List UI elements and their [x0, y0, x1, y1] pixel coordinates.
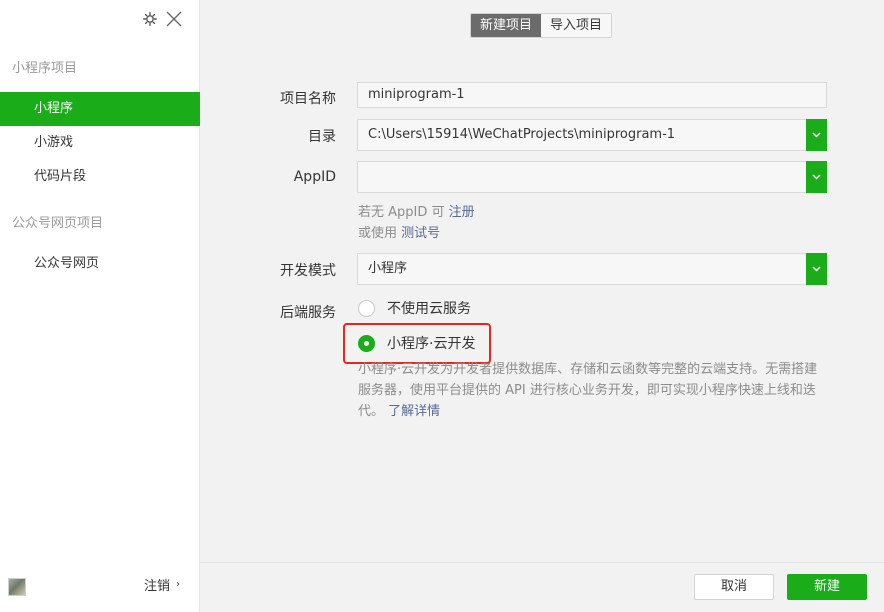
- test-account-link[interactable]: 测试号: [401, 226, 440, 241]
- backend-service-label: 后端服务: [280, 305, 336, 321]
- gear-icon[interactable]: [143, 12, 157, 26]
- project-name-label: 项目名称: [280, 91, 336, 107]
- dev-mode-select[interactable]: 小程序: [357, 253, 827, 285]
- avatar[interactable]: [8, 578, 26, 596]
- radio-no-cloud[interactable]: 不使用云服务: [358, 298, 471, 318]
- appid-hint-test: 或使用 测试号: [358, 222, 440, 241]
- logout-button[interactable]: 注销 ›: [144, 575, 180, 594]
- radio-button-checked[interactable]: [358, 334, 375, 352]
- register-link[interactable]: 注册: [449, 205, 475, 220]
- dev-mode-dropdown-button[interactable]: [806, 253, 827, 285]
- appid-label: AppID: [293, 169, 336, 185]
- logout-label: 注销: [144, 579, 171, 594]
- radio-cloud-dev[interactable]: 小程序·云开发: [358, 333, 475, 353]
- dev-mode-value: 小程序: [368, 261, 408, 276]
- directory-input[interactable]: C:\Users\15914\WeChatProjects\miniprogra…: [357, 119, 827, 151]
- cloud-description: 小程序·云开发为开发者提供数据库、存储和云函数等完整的云端支持。无需搭建服务器，…: [358, 359, 828, 422]
- directory-value: C:\Users\15914\WeChatProjects\miniprogra…: [368, 127, 676, 142]
- tab-new-project[interactable]: 新建项目: [471, 14, 542, 37]
- chevron-right-icon: ›: [176, 579, 181, 590]
- close-icon[interactable]: [165, 10, 183, 28]
- chevron-down-icon: [812, 174, 821, 180]
- appid-hint-register: 若无 AppID 可 注册: [358, 201, 475, 220]
- section-title-official-account: 公众号网页项目: [12, 216, 104, 231]
- window-controls: [143, 10, 183, 28]
- directory-label: 目录: [308, 129, 336, 145]
- cancel-button[interactable]: 取消: [694, 574, 774, 600]
- directory-dropdown-button[interactable]: [806, 119, 827, 151]
- appid-input[interactable]: [357, 161, 827, 193]
- appid-hint-test-text: 或使用: [358, 226, 402, 241]
- appid-hint-register-text: 若无 AppID 可: [358, 205, 449, 220]
- sidebar-item-code-snippet[interactable]: 代码片段: [0, 160, 200, 194]
- radio-button[interactable]: [358, 299, 375, 317]
- sidebar: 小程序项目 小程序 小游戏 代码片段 公众号网页项目 公众号网页 注销 ›: [0, 0, 200, 612]
- sidebar-item-official-webpage[interactable]: 公众号网页: [0, 247, 200, 281]
- sidebar-item-minigame[interactable]: 小游戏: [0, 126, 200, 160]
- project-name-input[interactable]: miniprogram-1: [357, 82, 827, 108]
- appid-dropdown-button[interactable]: [806, 161, 827, 193]
- radio-cloud-label: 小程序·云开发: [387, 336, 476, 352]
- footer-bar: 取消 新建: [200, 562, 884, 612]
- sidebar-item-miniprogram[interactable]: 小程序: [0, 92, 200, 126]
- tab-import-project[interactable]: 导入项目: [541, 14, 612, 37]
- chevron-down-icon: [812, 132, 821, 138]
- project-tabs: 新建项目 导入项目: [470, 13, 613, 38]
- create-button[interactable]: 新建: [787, 574, 867, 600]
- section-title-miniprogram: 小程序项目: [12, 61, 78, 76]
- chevron-down-icon: [812, 266, 821, 272]
- learn-more-link[interactable]: 了解详情: [388, 404, 440, 419]
- dev-mode-label: 开发模式: [280, 263, 336, 279]
- radio-no-cloud-label: 不使用云服务: [387, 301, 471, 317]
- main-panel: 新建项目 导入项目 项目名称 miniprogram-1 目录 C:\Users…: [200, 0, 884, 612]
